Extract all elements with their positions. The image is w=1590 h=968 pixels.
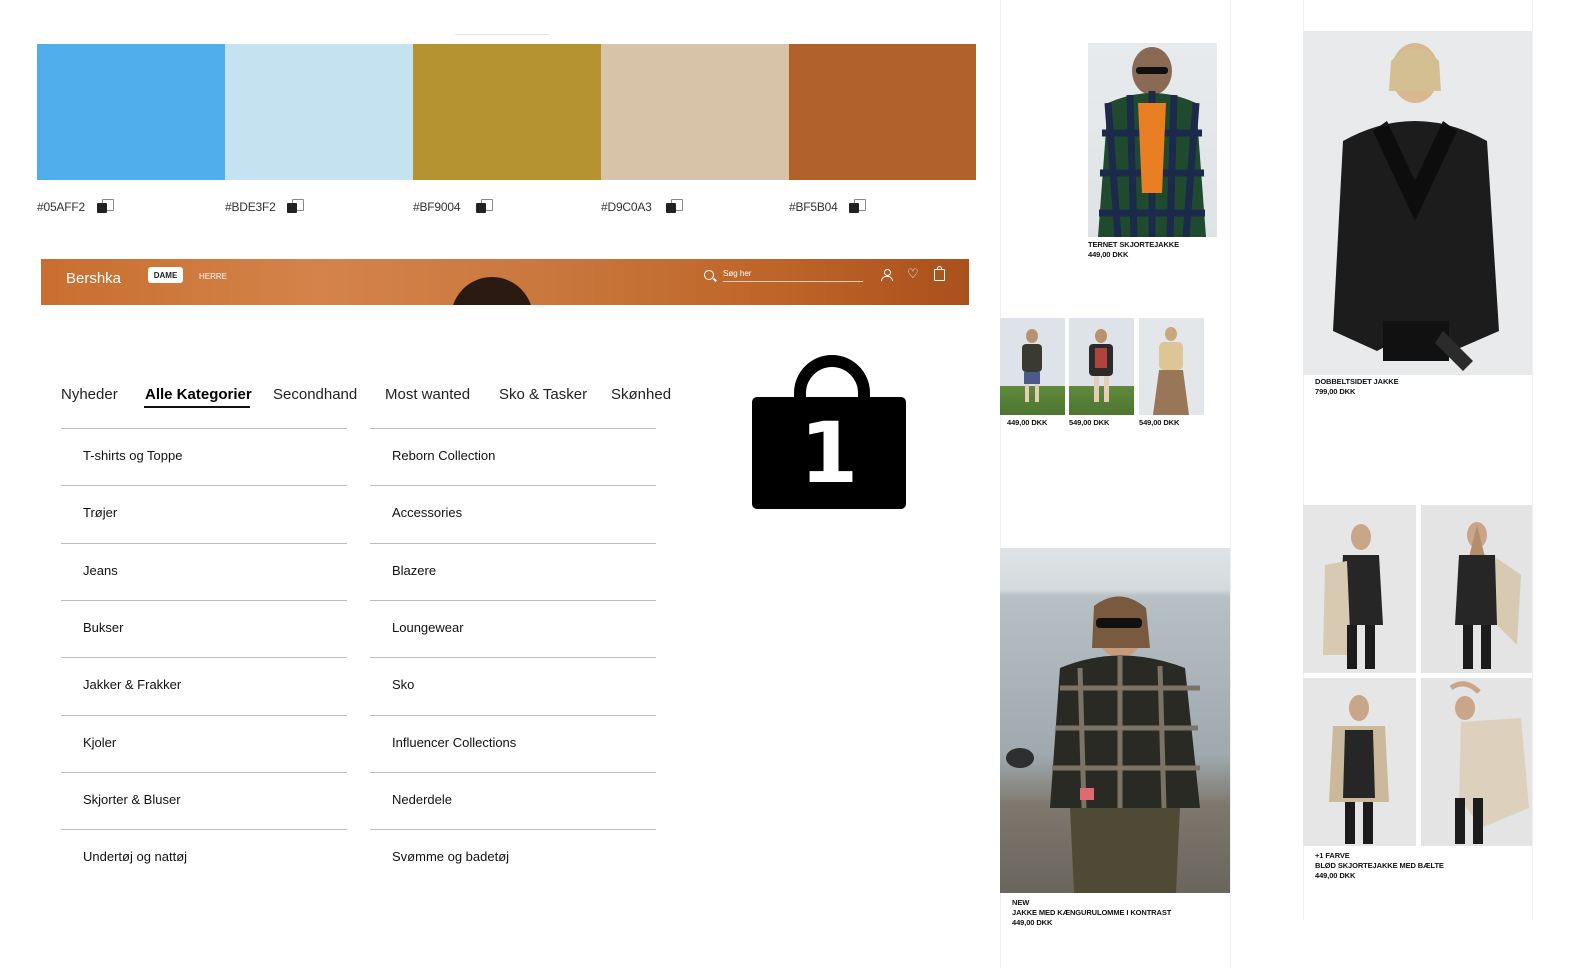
tab-alle-kategorier[interactable]: Alle Kategorier (145, 386, 252, 403)
category-label: Jakker & Frakker (83, 677, 182, 693)
search-icon[interactable] (704, 270, 714, 280)
category-label: Loungewear (392, 619, 464, 635)
product-name[interactable]: DOBBELTSIDET JAKKE (1315, 377, 1399, 387)
product-image-soft-jacket-2[interactable] (1421, 505, 1532, 673)
guide-line (455, 34, 549, 35)
category-item[interactable]: Undertøj og nattøj (61, 829, 347, 886)
category-label: Bukser (83, 619, 124, 635)
thumb-price: 549,00 DKK (1139, 418, 1180, 427)
bershka-header: Bershka DAME HERRE Søg her ♡ (41, 259, 969, 305)
tab-skonhed[interactable]: Skønhed (611, 386, 671, 403)
heart-icon[interactable]: ♡ (907, 267, 919, 280)
category-label: Blazere (392, 562, 437, 578)
thumb-price: 449,00 DKK (1007, 418, 1048, 427)
category-label: Undertøj og nattøj (83, 849, 188, 865)
product-thumb-2[interactable] (1069, 318, 1134, 415)
product-price: 449,00 DKK (1088, 250, 1129, 259)
divider (1532, 0, 1533, 920)
category-label: Skjorter & Bluser (83, 791, 181, 807)
category-item[interactable]: Nederdele (370, 771, 656, 829)
bag-icon[interactable] (934, 266, 945, 281)
category-label: Accessories (392, 505, 463, 521)
category-label: Jeans (83, 562, 118, 578)
category-item[interactable]: T-shirts og Toppe (61, 428, 347, 485)
product-name[interactable]: TERNET SKJORTEJAKKE (1088, 240, 1179, 250)
category-item[interactable]: Influencer Collections (370, 714, 656, 772)
product-image-soft-jacket-1[interactable] (1303, 505, 1416, 673)
product-price: 799,00 DKK (1315, 387, 1356, 396)
active-tab-indicator (144, 406, 250, 408)
product-image-plaid-jacket[interactable] (1088, 43, 1217, 237)
category-label: Svømme og badetøj (392, 849, 510, 865)
category-label: Nederdele (392, 791, 452, 807)
product-image-reversible-jacket[interactable] (1303, 31, 1532, 375)
tab-sko-tasker[interactable]: Sko & Tasker (499, 386, 587, 403)
category-item[interactable]: Blazere (370, 542, 656, 600)
tab-nyheder[interactable]: Nyheder (61, 386, 118, 403)
brand-logo[interactable]: Bershka (66, 270, 121, 287)
category-label: Reborn Collection (392, 448, 496, 463)
shopping-bag-icon[interactable]: 1 (752, 355, 906, 510)
product-image-soft-jacket-4[interactable] (1421, 678, 1532, 846)
category-item[interactable]: Jakker & Frakker (61, 657, 347, 714)
product-thumb-3[interactable] (1139, 318, 1204, 415)
swatch-3[interactable] (413, 44, 601, 180)
copy-icon[interactable] (97, 199, 114, 215)
hex-label: #BDE3F2 (225, 200, 276, 214)
divider (1230, 0, 1231, 968)
copy-icon[interactable] (666, 199, 683, 215)
category-label: Trøjer (83, 505, 118, 521)
category-label: Kjoler (83, 734, 117, 750)
swatch-5[interactable] (789, 44, 976, 180)
category-item[interactable]: Jeans (61, 542, 347, 600)
product-badge-new: NEW (1012, 898, 1030, 907)
product-badge-colors: +1 FARVE (1315, 851, 1350, 860)
product-name[interactable]: JAKKE MED KÆNGURULOMME I KONTRAST (1012, 908, 1171, 918)
category-label: T-shirts og Toppe (83, 448, 183, 463)
hex-label: #BF9004 (413, 200, 461, 214)
search-input[interactable]: Søg her (723, 269, 751, 278)
category-item[interactable]: Skjorter & Bluser (61, 771, 347, 829)
swatch-2[interactable] (225, 44, 413, 180)
copy-icon[interactable] (849, 199, 866, 215)
product-image-kangaroo-jacket[interactable] (1000, 548, 1230, 893)
tab-dame[interactable]: DAME (148, 267, 183, 283)
product-price: 449,00 DKK (1315, 871, 1356, 880)
product-thumb-1[interactable] (1000, 318, 1065, 415)
swatch-4[interactable] (601, 44, 789, 180)
copy-icon[interactable] (476, 199, 493, 215)
user-icon[interactable] (881, 269, 893, 281)
product-price: 449,00 DKK (1012, 918, 1053, 927)
hex-label: #05AFF2 (37, 200, 85, 214)
tab-secondhand[interactable]: Secondhand (273, 386, 357, 403)
category-item[interactable]: Sko (370, 657, 656, 714)
product-image-soft-jacket-3[interactable] (1303, 678, 1416, 846)
category-label: Influencer Collections (392, 734, 517, 750)
category-item[interactable]: Kjoler (61, 714, 347, 772)
category-label: Sko (392, 677, 415, 693)
search-underline (723, 281, 863, 282)
tab-most-wanted[interactable]: Most wanted (385, 386, 470, 403)
hex-label: #D9C0A3 (601, 200, 652, 214)
tab-herre[interactable]: HERRE (199, 272, 227, 281)
copy-icon[interactable] (287, 199, 304, 215)
category-item[interactable]: Trøjer (61, 485, 347, 542)
product-name[interactable]: BLØD SKJORTEJAKKE MED BÆLTE (1315, 861, 1444, 871)
model-head-image (451, 277, 533, 305)
category-item[interactable]: Loungewear (370, 599, 656, 657)
category-item[interactable]: Reborn Collection (370, 428, 656, 485)
category-item[interactable]: Bukser (61, 599, 347, 657)
bag-count: 1 (752, 397, 906, 509)
thumb-price: 549,00 DKK (1069, 418, 1110, 427)
swatch-1[interactable] (37, 44, 225, 180)
hex-label: #BF5B04 (789, 200, 838, 214)
category-item[interactable]: Accessories (370, 485, 656, 542)
category-item[interactable]: Svømme og badetøj (370, 829, 656, 886)
